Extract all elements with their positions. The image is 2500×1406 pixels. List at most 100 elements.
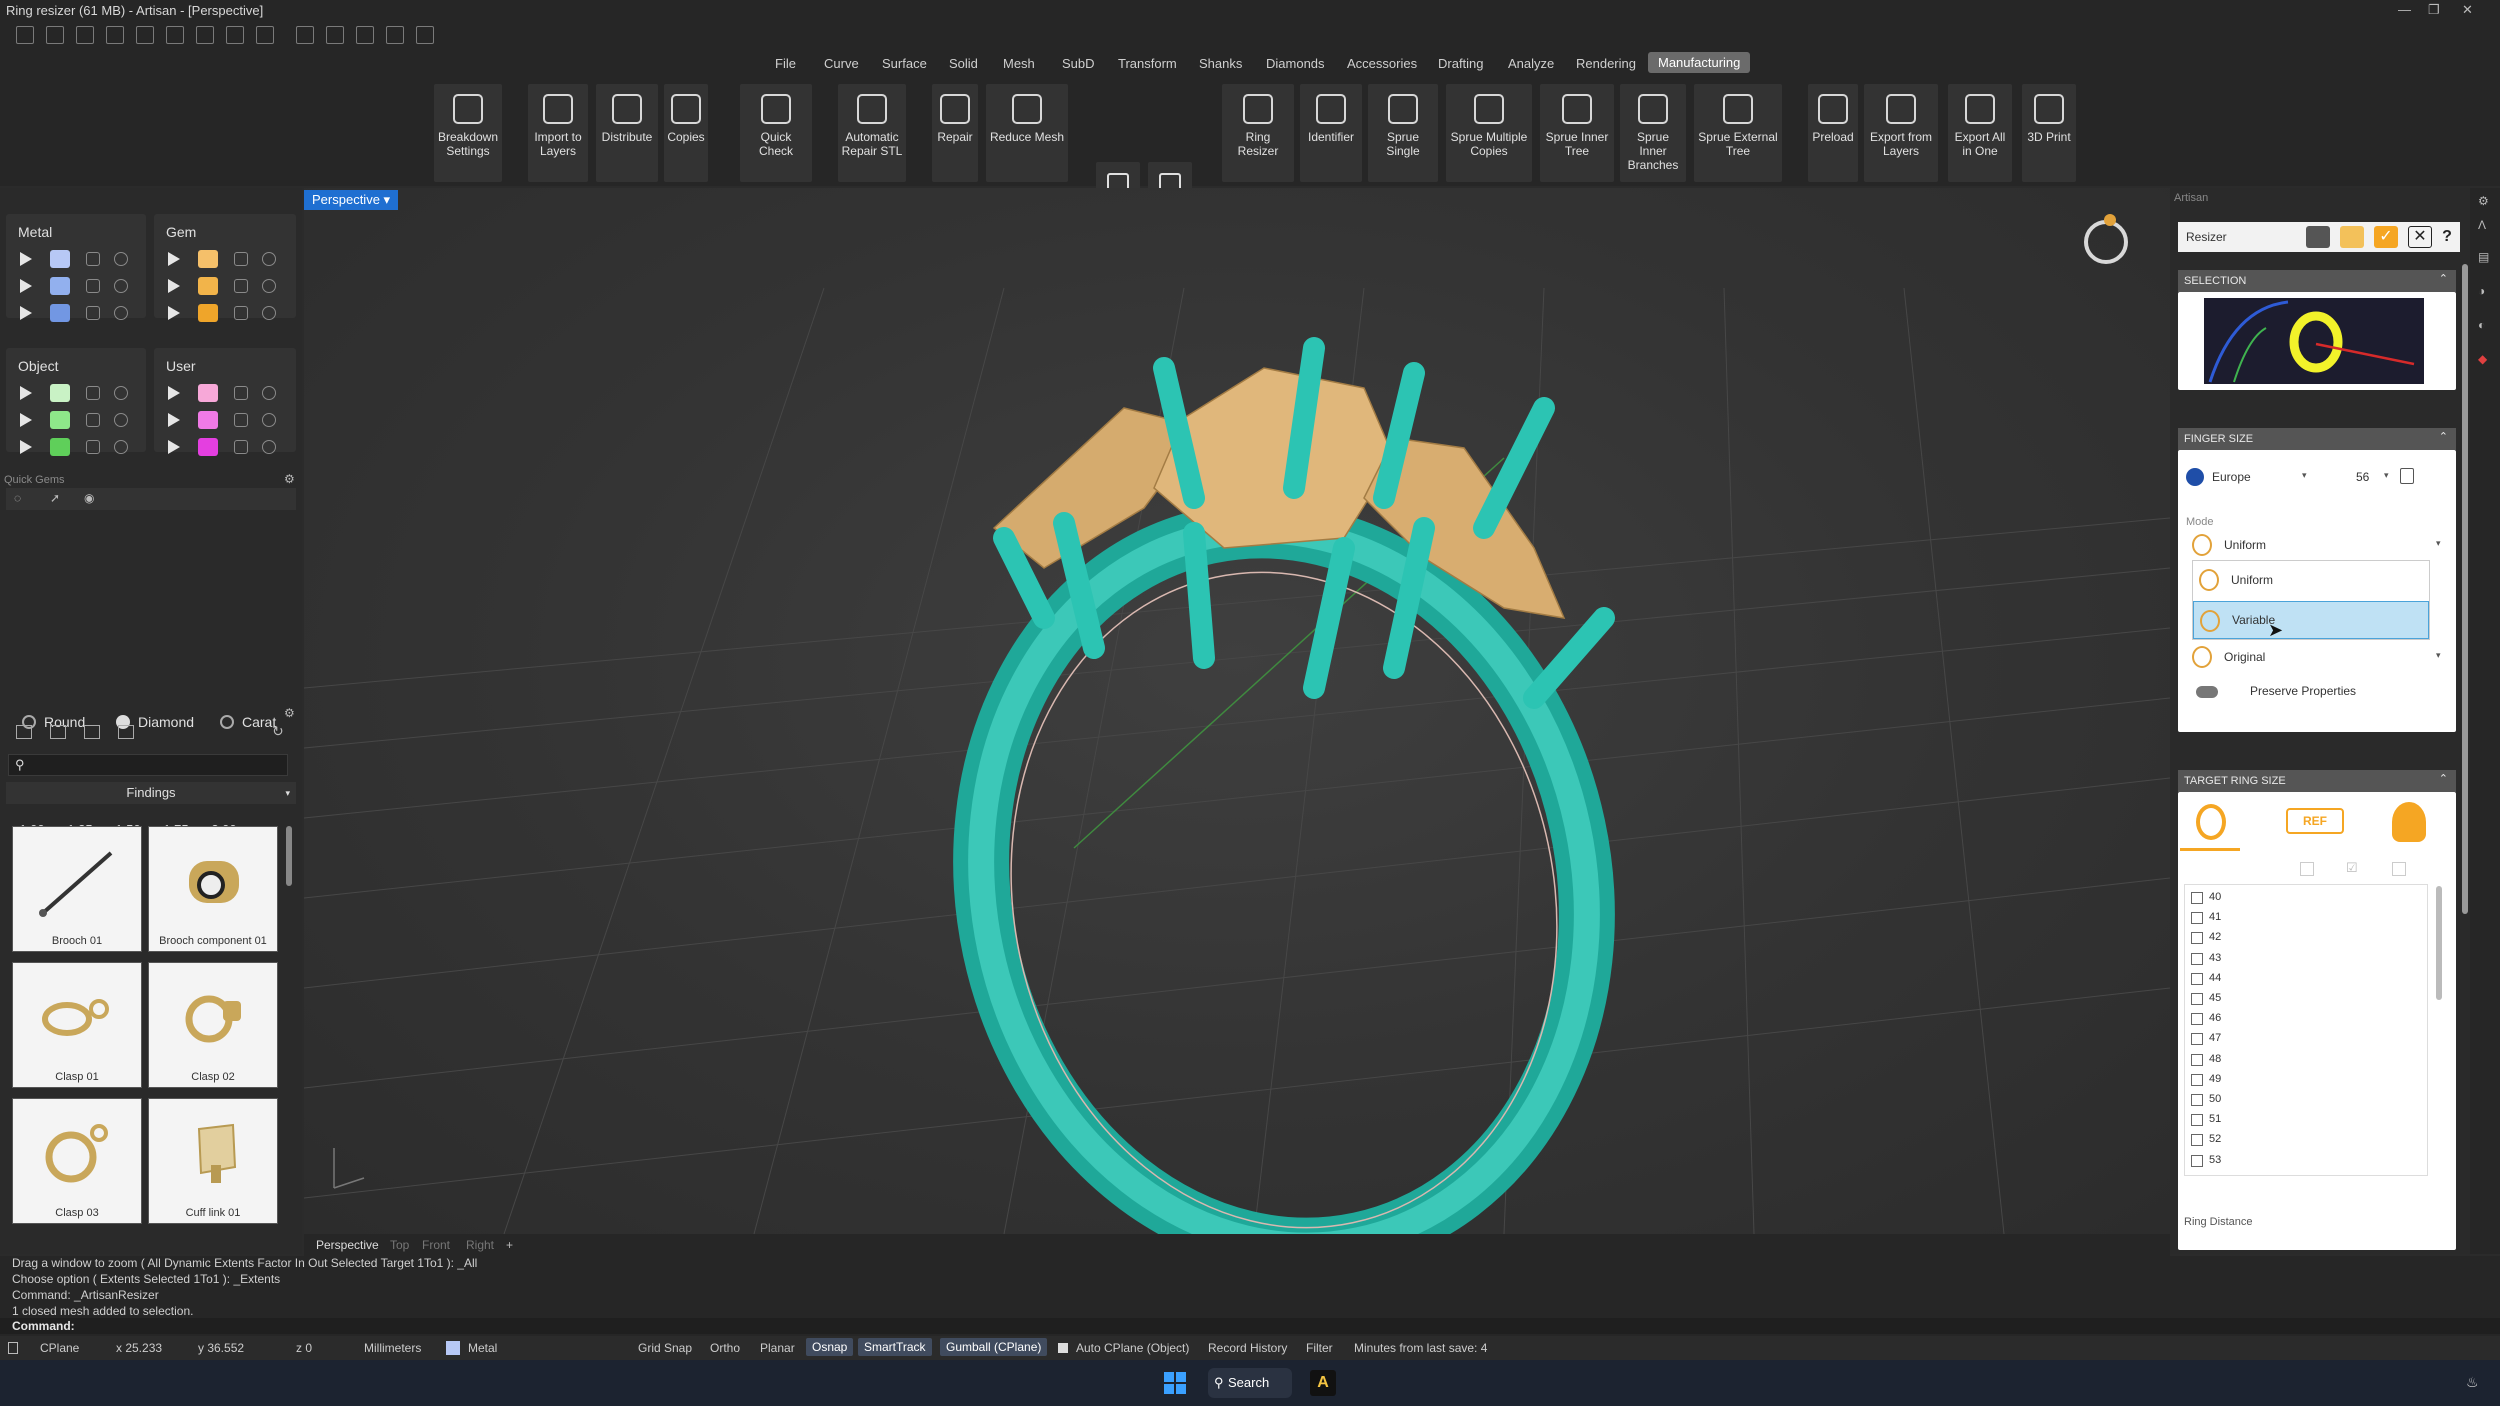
play-icon[interactable] bbox=[168, 306, 180, 320]
confirm-icon[interactable]: ✓ bbox=[2374, 226, 2398, 248]
copies-button[interactable]: Copies bbox=[664, 84, 708, 182]
lock-icon[interactable] bbox=[86, 386, 100, 400]
layer-row[interactable] bbox=[6, 411, 146, 433]
play-icon[interactable] bbox=[20, 252, 32, 266]
selection-header[interactable]: SELECTION ⌃ bbox=[2178, 270, 2456, 292]
lock-icon[interactable] bbox=[86, 440, 100, 454]
taskbar-search[interactable]: ⚲ Search bbox=[1208, 1368, 1292, 1398]
gumball-icon[interactable] bbox=[416, 26, 434, 44]
layer-color-swatch[interactable] bbox=[198, 411, 218, 429]
target-ring-size-header[interactable]: TARGET RING SIZE ⌃ bbox=[2178, 770, 2456, 792]
size-select[interactable]: 56 bbox=[2356, 470, 2369, 484]
ring-size-checkbox[interactable] bbox=[2191, 1094, 2203, 1106]
ring-resizer-button[interactable]: Ring Resizer bbox=[1222, 84, 1294, 182]
save-icon[interactable] bbox=[196, 26, 214, 44]
curve-tool-icon[interactable] bbox=[296, 26, 314, 44]
ref-size-icon[interactable]: REF bbox=[2286, 808, 2344, 834]
snap-tool-icon[interactable] bbox=[326, 26, 344, 44]
panel-toggle-icon[interactable] bbox=[8, 1342, 18, 1354]
eye-icon[interactable] bbox=[262, 440, 276, 454]
settings-icon[interactable]: ◉ bbox=[84, 491, 94, 505]
gumball-toggle[interactable]: Gumball (CPlane) bbox=[940, 1338, 1048, 1356]
menu-manufacturing[interactable]: Manufacturing bbox=[1648, 52, 1751, 73]
sprue-external-tree-button[interactable]: Sprue External Tree bbox=[1694, 84, 1782, 182]
menu-surface[interactable]: Surface bbox=[882, 56, 927, 71]
menu-analyze[interactable]: Analyze bbox=[1508, 56, 1554, 71]
library-gear-icon[interactable]: ⚙ bbox=[284, 706, 295, 720]
play-icon[interactable] bbox=[20, 279, 32, 293]
pin-icon[interactable]: ➚ bbox=[50, 491, 60, 505]
ring-size-checkbox[interactable] bbox=[2191, 1114, 2203, 1127]
ring-size-checkbox[interactable] bbox=[2191, 1073, 2203, 1086]
menu-subd[interactable]: SubD bbox=[1062, 56, 1095, 71]
layer-color-swatch[interactable] bbox=[198, 438, 218, 456]
automatic-repair-stl-button[interactable]: Automatic Repair STL bbox=[838, 84, 906, 182]
menu-accessories[interactable]: Accessories bbox=[1347, 56, 1417, 71]
layer-row[interactable] bbox=[6, 304, 146, 326]
layer-color-swatch[interactable] bbox=[198, 277, 218, 295]
folder-edit-icon[interactable] bbox=[84, 725, 100, 739]
add-tab-icon[interactable]: + bbox=[506, 1238, 513, 1252]
menu-drafting[interactable]: Drafting bbox=[1438, 56, 1484, 71]
help-icon[interactable]: ? bbox=[2436, 226, 2458, 248]
notification-bell-icon[interactable]: ♨ bbox=[2466, 1374, 2479, 1391]
ring-model[interactable] bbox=[916, 337, 1653, 1274]
lock-icon[interactable] bbox=[234, 440, 248, 454]
ring-size-checkbox[interactable] bbox=[2191, 1134, 2203, 1147]
ring-size-checkbox[interactable] bbox=[2191, 952, 2203, 965]
lock-icon[interactable] bbox=[234, 413, 248, 427]
ring-size-checkbox[interactable] bbox=[2191, 912, 2203, 925]
library-card[interactable]: Clasp 02 bbox=[148, 962, 278, 1088]
eye-icon[interactable] bbox=[262, 413, 276, 427]
sprue-inner-branches-button[interactable]: Sprue Inner Branches bbox=[1620, 84, 1686, 182]
minimize-icon[interactable]: — bbox=[2398, 2, 2411, 17]
size-list-scrollbar[interactable] bbox=[2436, 886, 2442, 1000]
mode-option-uniform[interactable]: Uniform bbox=[2193, 561, 2429, 599]
play-icon[interactable] bbox=[168, 440, 180, 454]
eye-icon[interactable] bbox=[262, 386, 276, 400]
play-icon[interactable] bbox=[168, 386, 180, 400]
eye-icon[interactable] bbox=[262, 279, 276, 293]
layer-color-swatch[interactable] bbox=[198, 304, 218, 322]
quick-check-button[interactable]: Quick Check bbox=[740, 84, 812, 182]
ring-size-checkbox[interactable] bbox=[2191, 1033, 2203, 1046]
artisan-app-icon[interactable]: A bbox=[1310, 1370, 1336, 1396]
tab-perspective[interactable]: Perspective bbox=[316, 1238, 379, 1252]
auto-cplane-toggle[interactable]: Auto CPlane (Object) bbox=[1076, 1341, 1189, 1355]
gem-icon[interactable]: ◆ bbox=[2478, 352, 2487, 366]
play-icon[interactable] bbox=[20, 413, 32, 427]
save-as-icon[interactable] bbox=[226, 26, 244, 44]
layer-row[interactable] bbox=[6, 250, 146, 272]
link-icon[interactable]: ◌ bbox=[14, 491, 21, 505]
eye-icon[interactable] bbox=[114, 413, 128, 427]
ring-size-checkbox[interactable] bbox=[2191, 972, 2203, 985]
play-icon[interactable] bbox=[20, 306, 32, 320]
3d-print-button[interactable]: 3D Print bbox=[2022, 84, 2076, 182]
render-icon[interactable]: ◐ bbox=[2478, 318, 2485, 332]
menu-curve[interactable]: Curve bbox=[824, 56, 859, 71]
layer-color-swatch[interactable] bbox=[50, 384, 70, 402]
library-card[interactable]: Brooch component 01 bbox=[148, 826, 278, 952]
library-card[interactable]: Clasp 01 bbox=[12, 962, 142, 1088]
ring-size-checkbox[interactable] bbox=[2191, 892, 2203, 904]
ring-size-checkbox[interactable] bbox=[2191, 1154, 2203, 1167]
repair-button[interactable]: Repair bbox=[932, 84, 978, 182]
refresh-tool-icon[interactable] bbox=[2340, 226, 2364, 248]
layer-color-swatch[interactable] bbox=[50, 277, 70, 295]
menu-rendering[interactable]: Rendering bbox=[1576, 56, 1636, 71]
preload-button[interactable]: Preload bbox=[1808, 84, 1858, 182]
layer-color-swatch[interactable] bbox=[50, 438, 70, 456]
lock-icon[interactable] bbox=[234, 252, 248, 266]
finger-size-header[interactable]: FINGER SIZE ⌃ bbox=[2178, 428, 2456, 450]
settings-gear-icon[interactable]: ⚙ bbox=[2478, 194, 2489, 208]
new-file-icon[interactable] bbox=[16, 26, 34, 44]
library-card[interactable]: Brooch 01 bbox=[12, 826, 142, 952]
cplane-status[interactable]: CPlane bbox=[40, 1341, 79, 1355]
new-template-icon[interactable] bbox=[46, 26, 64, 44]
sprue-multiple-copies-button[interactable]: Sprue Multiple Copies bbox=[1446, 84, 1532, 182]
layer-color-swatch[interactable] bbox=[50, 250, 70, 268]
layer-color-swatch[interactable] bbox=[198, 250, 218, 268]
transform-tool-icon[interactable] bbox=[386, 26, 404, 44]
layer-row[interactable] bbox=[154, 304, 296, 326]
tab-right[interactable]: Right bbox=[466, 1238, 494, 1252]
